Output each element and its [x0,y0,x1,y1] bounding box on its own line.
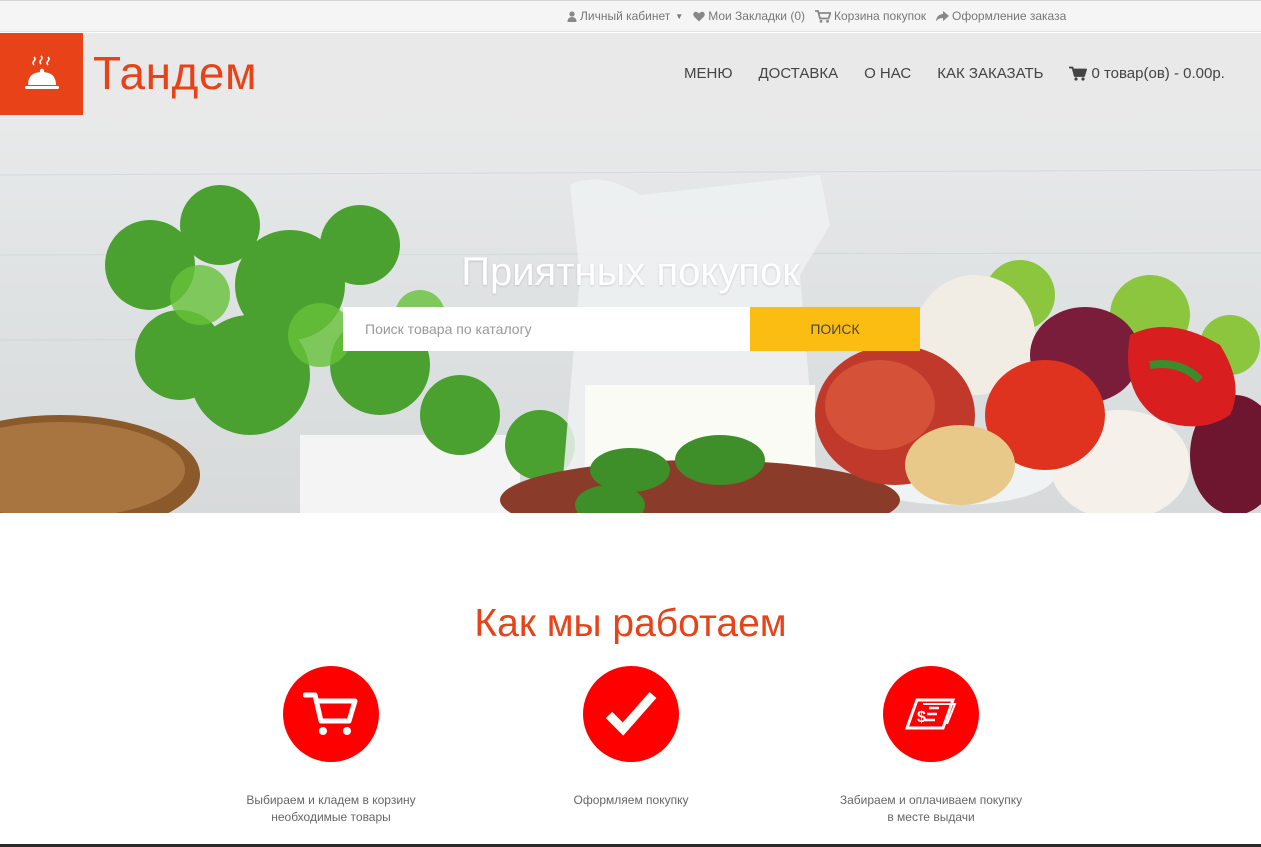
step-icon-circle [583,666,679,762]
nav-delivery[interactable]: ДОСТАВКА [759,65,839,82]
step-icon-circle [283,666,379,762]
share-arrow-icon [936,10,950,21]
user-icon [567,10,577,22]
bookmarks-label: Мои Закладки (0) [708,9,805,23]
logo[interactable] [0,33,83,115]
step-icon-circle: $ [883,666,979,762]
step-checkout: Оформляем покупку [521,666,741,809]
hero-title: Приятных покупок [461,250,800,294]
step-caption-line: Выбираем и кладем в корзину [246,793,416,807]
cart-summary: 0 товар(ов) - 0.00р. [1091,65,1225,82]
hero-banner: Приятных покупок ПОИСК [0,115,1261,513]
cloche-icon [24,55,59,89]
shopping-cart-icon [814,9,831,23]
heart-icon [693,11,705,21]
account-label: Личный кабинет [580,9,671,23]
step-caption: Забираем и оплачиваем покупку в месте вы… [821,792,1041,826]
main-nav: МЕНЮ ДОСТАВКА О НАС КАК ЗАКАЗАТЬ 0 товар… [684,65,1251,82]
bookmarks-link[interactable]: Мои Закладки (0) [693,9,805,23]
step-caption-line: Забираем и оплачиваем покупку [839,793,1023,807]
site-header: Тандем МЕНЮ ДОСТАВКА О НАС КАК ЗАКАЗАТЬ … [0,33,1261,115]
step-choose: Выбираем и кладем в корзину необходимые … [221,666,441,826]
nav-menu[interactable]: МЕНЮ [684,65,733,82]
nav-cart[interactable]: 0 товар(ов) - 0.00р. [1069,65,1225,82]
nav-about[interactable]: О НАС [864,65,911,82]
checkout-link[interactable]: Оформление заказа [936,9,1066,23]
shopping-cart-icon [1069,66,1088,81]
cart-icon [303,692,358,735]
checkmark-icon [605,692,657,736]
search-input[interactable] [343,307,750,351]
caret-down-icon: ▼ [675,11,684,21]
cart-link[interactable]: Корзина покупок [814,9,927,23]
how-we-work-title: Как мы работаем [474,602,787,645]
checkout-label: Оформление заказа [952,9,1067,23]
svg-text:$: $ [917,709,926,726]
utility-links: Личный кабинет ▼ Мои Закладки (0) Корзин… [567,9,1066,23]
brand-name[interactable]: Тандем [93,46,257,100]
nav-how-to-order[interactable]: КАК ЗАКАЗАТЬ [937,65,1043,82]
search-button[interactable]: ПОИСК [750,307,920,351]
step-caption-line: Оформляем покупку [573,793,689,807]
step-caption: Выбираем и кладем в корзину необходимые … [221,792,441,826]
step-caption: Оформляем покупку [521,792,741,809]
cart-label: Корзина покупок [833,9,927,23]
account-link[interactable]: Личный кабинет ▼ [567,9,683,23]
step-pickup: $ Забираем и оплачиваем покупку в месте … [821,666,1041,826]
top-utility-bar: Личный кабинет ▼ Мои Закладки (0) Корзин… [0,0,1261,32]
money-icon: $ [904,698,957,730]
step-caption-line: необходимые товары [271,810,391,824]
step-caption-line: в месте выдачи [887,810,975,824]
